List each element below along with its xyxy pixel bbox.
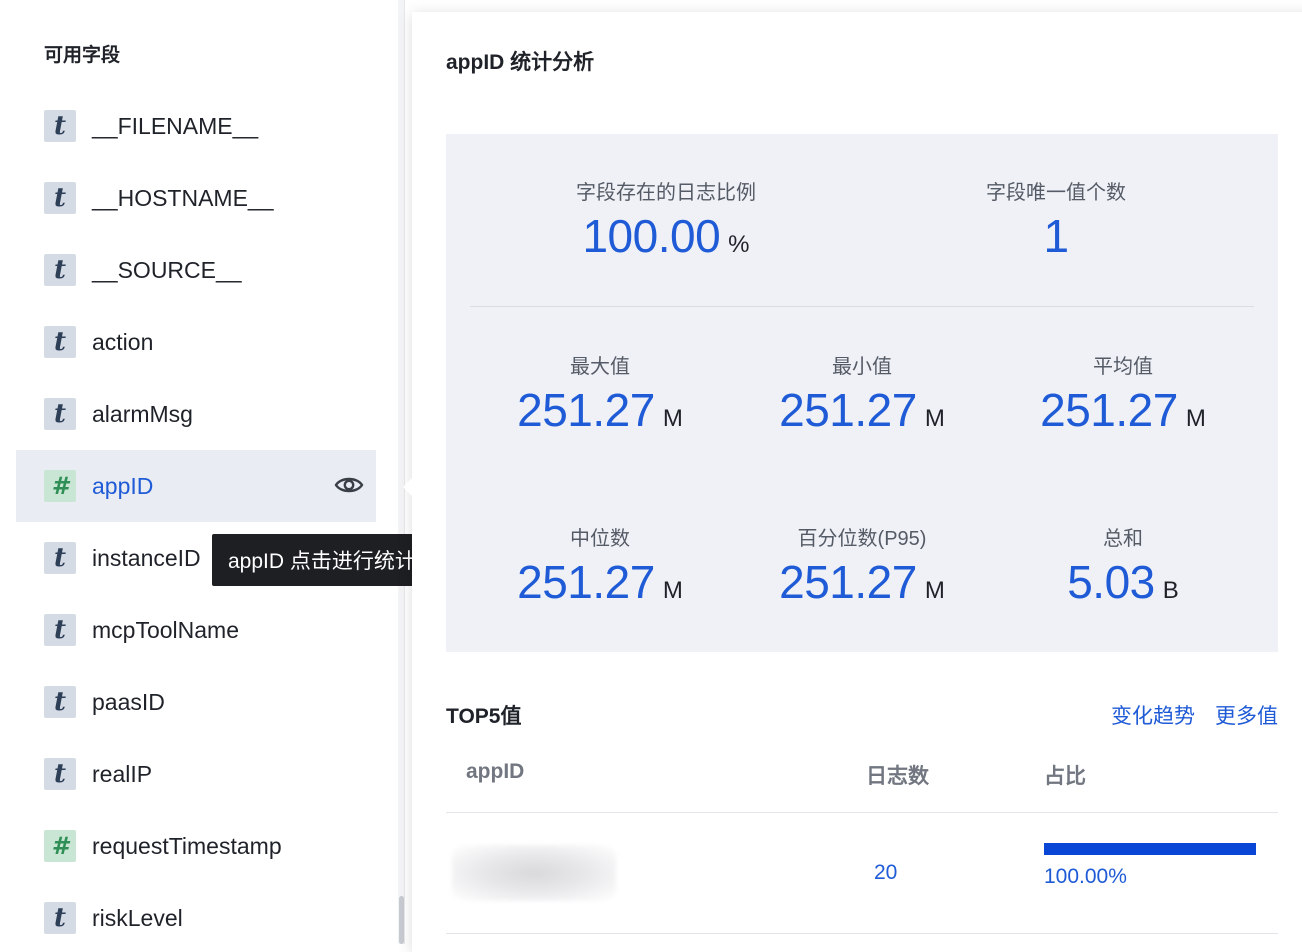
hash-type-icon: # [44,470,76,502]
ratio-text: 100.00% [1044,865,1127,888]
scrollbar-track[interactable] [398,0,404,944]
field-name: paasID [92,688,165,715]
column-header-value: appID [466,760,525,783]
stats-summary-box: 字段存在的日志比例 100.00% 字段唯一值个数 1 最大值 251.27 M … [446,134,1278,652]
stat-label: 总和 [1103,528,1143,550]
table-row[interactable]: 20 100.00% [446,813,1278,934]
field-item-filename[interactable]: t __FILENAME__ [16,90,376,162]
t-type-icon: t [44,326,76,358]
stat-label: 中位数 [570,528,630,550]
t-type-icon: t [44,542,76,574]
field-item-appid[interactable]: # appID [16,450,376,522]
t-type-icon: t [44,614,76,646]
stat-unique-count: 字段唯一值个数 1 [916,176,1196,263]
log-count[interactable]: 20 [874,861,897,885]
field-item-source[interactable]: t __SOURCE__ [16,234,376,306]
field-name: realIP [92,760,153,787]
redacted-value [452,845,616,901]
field-item-action[interactable]: t action [16,306,376,378]
stat-label: 最小值 [832,356,892,378]
stat-exist-ratio: 字段存在的日志比例 100.00% [526,176,806,263]
stats-divider [470,306,1254,307]
table-header-row: appID 日志数 占比 [446,750,1278,813]
field-list: t __FILENAME__ t __HOSTNAME__ t __SOURCE__ t ac… [16,90,376,944]
ratio-bar-fill [1044,843,1256,855]
field-item-hostname[interactable]: t __HOSTNAME__ [16,162,376,234]
more-values-link[interactable]: 更多值 [1215,700,1278,730]
field-name: alarmMsg [92,400,193,427]
popover-title: appID 统计分析 [446,51,595,74]
field-item-risklevel[interactable]: t riskLevel [16,882,376,944]
t-type-icon: t [44,686,76,718]
field-name: __FILENAME__ [92,112,259,139]
field-name: appID [92,472,154,499]
tooltip-text: appID 点击进行统计分析 [228,550,422,573]
field-item-mcptoolname[interactable]: t mcpToolName [16,594,376,666]
field-name: requestTimestamp [92,832,282,859]
scrollbar-thumb[interactable] [399,896,404,944]
hash-type-icon: # [44,830,76,862]
field-name: __SOURCE__ [92,256,242,283]
field-list-panel: 可用字段 t __FILENAME__ t __HOSTNAME__ t __SOURCE… [0,0,405,944]
stat-max: 最大值 251.27 M [472,350,728,437]
stat-unit: % [728,231,750,258]
top5-links: 变化趋势 更多值 [1111,700,1278,730]
stat-value: 251.27 [517,384,655,436]
field-name: mcpToolName [92,616,239,643]
available-fields-title: 可用字段 [44,45,121,66]
field-name: action [92,328,154,355]
stat-value: 100.00 [582,210,721,262]
field-name: instanceID [92,544,201,571]
t-type-icon: t [44,902,76,934]
stat-label: 字段唯一值个数 [986,182,1126,204]
stat-unit: M [1185,405,1206,432]
stat-unit: M [662,577,683,604]
stat-value: 1 [1043,210,1069,262]
stat-median: 中位数 251.27 M [472,522,728,609]
stat-min: 最小值 251.27 M [734,350,990,437]
field-name: __HOSTNAME__ [92,184,274,211]
field-item-requesttimestamp[interactable]: # requestTimestamp [16,810,376,882]
stat-value: 5.03 [1067,556,1155,608]
stat-value: 251.27 [1040,384,1178,436]
stat-label: 字段存在的日志比例 [576,182,756,204]
ratio-bar [1044,843,1256,855]
popover-arrow [403,476,414,498]
stat-unit: M [924,577,945,604]
top5-title: TOP5值 [446,705,522,728]
trend-link[interactable]: 变化趋势 [1111,700,1195,730]
field-item-paasid[interactable]: t paasID [16,666,376,738]
t-type-icon: t [44,398,76,430]
field-stats-popover: appID 统计分析 字段存在的日志比例 100.00% 字段唯一值个数 1 最… [412,12,1302,952]
stat-label: 最大值 [570,356,630,378]
field-name: riskLevel [92,904,183,931]
stat-unit: M [924,405,945,432]
field-item-realip[interactable]: t realIP [16,738,376,810]
stat-value: 251.27 [779,556,917,608]
field-tooltip: appID 点击进行统计分析 [212,534,422,586]
stat-label: 百分位数(P95) [797,528,927,550]
stat-unit: M [662,405,683,432]
stat-label: 平均值 [1093,356,1153,378]
stat-avg: 平均值 251.27 M [995,350,1251,437]
stat-sum: 总和 5.03 B [995,522,1251,609]
stat-p95: 百分位数(P95) 251.27 M [734,522,990,609]
t-type-icon: t [44,758,76,790]
field-item-alarmmsg[interactable]: t alarmMsg [16,378,376,450]
column-header-ratio: 占比 [1044,765,1086,788]
t-type-icon: t [44,254,76,286]
stat-value: 251.27 [517,556,655,608]
t-type-icon: t [44,182,76,214]
stat-unit: B [1162,577,1179,604]
eye-icon[interactable] [334,468,364,502]
t-type-icon: t [44,110,76,142]
stat-value: 251.27 [779,384,917,436]
top5-table: appID 日志数 占比 20 100.00% [446,750,1278,934]
column-header-count: 日志数 [866,765,929,788]
